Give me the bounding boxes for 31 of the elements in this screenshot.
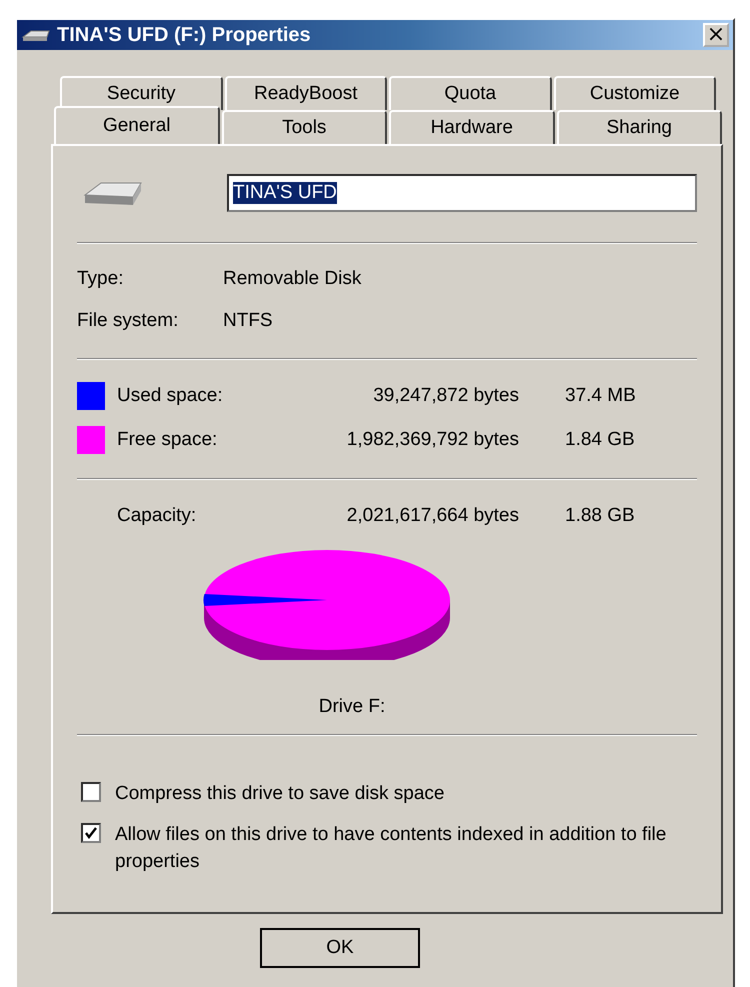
- tab[interactable]: ReadyBoost: [224, 76, 387, 110]
- field-label: File system:: [77, 310, 180, 332]
- checkbox[interactable]: [81, 782, 101, 802]
- field-label: Type:: [77, 268, 124, 290]
- size-value: 1.84 GB: [565, 429, 635, 451]
- tab[interactable]: Sharing: [556, 110, 722, 144]
- checkbox-label: Allow files on this drive to have contents indexed in addition to file properties: [115, 823, 668, 874]
- tab[interactable]: General: [54, 106, 220, 144]
- window-title: TINA'S UFD (F:) Properties: [57, 24, 311, 46]
- byte-count: 39,247,872 bytes: [372, 385, 519, 407]
- space-label: Free space:: [117, 429, 218, 451]
- size-value: 1.88 GB: [565, 505, 635, 527]
- close-button[interactable]: ×: [703, 23, 729, 47]
- checkbox-label: Compress this drive to save disk space: [115, 782, 444, 806]
- field-value: Removable Disk: [223, 268, 362, 290]
- drive-icon: [21, 28, 51, 42]
- checkbox[interactable]: [81, 823, 101, 843]
- drive-label: Drive F:: [318, 696, 386, 718]
- tab[interactable]: Customize: [554, 76, 716, 110]
- byte-count: 1,982,369,792 bytes: [346, 429, 519, 451]
- name-field[interactable]: TINA'S UFD: [227, 174, 697, 212]
- tab[interactable]: Hardware: [389, 110, 554, 144]
- field-value: NTFS: [223, 310, 273, 332]
- ok-button[interactable]: OK: [260, 928, 420, 968]
- byte-count: 2,021,617,664 bytes: [346, 505, 519, 527]
- space-label: Capacity:: [117, 505, 198, 527]
- space-label: Used space:: [117, 385, 224, 407]
- tab[interactable]: Tools: [222, 110, 387, 144]
- tab[interactable]: Quota: [389, 76, 552, 110]
- checkmark-icon: [84, 826, 98, 840]
- size-value: 37.4 MB: [565, 385, 636, 407]
